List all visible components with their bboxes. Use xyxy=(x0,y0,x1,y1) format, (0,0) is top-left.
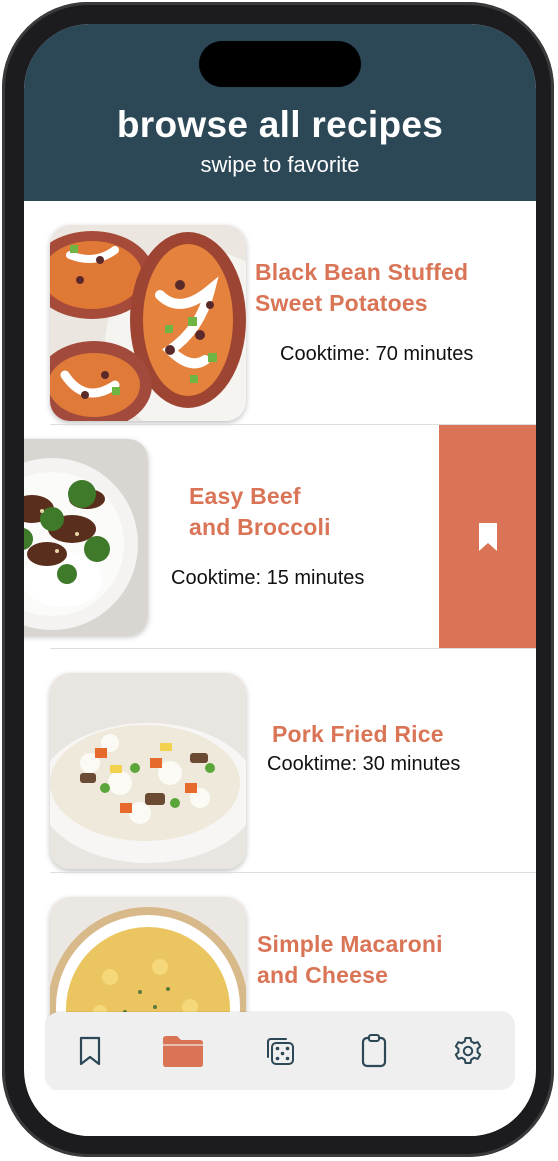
sweet-potato-photo xyxy=(50,225,246,421)
dynamic-island xyxy=(199,41,361,87)
recipe-title: Black Bean Stuffed Sweet Potatoes xyxy=(255,257,468,319)
recipe-title-line: and Broccoli xyxy=(189,514,331,540)
folder-icon xyxy=(163,1036,203,1067)
recipe-title-line: Pork Fried Rice xyxy=(272,721,444,747)
recipe-title: Easy Beef and Broccoli xyxy=(189,481,331,543)
recipe-row-beef-broccoli[interactable]: Easy Beef and Broccoli Cooktime: 15 minu… xyxy=(24,425,536,649)
bookmark-icon xyxy=(79,1036,101,1066)
favorite-swipe-button[interactable] xyxy=(439,425,536,649)
recipe-title: Simple Macaroni and Cheese xyxy=(257,929,443,991)
dice-icon xyxy=(267,1038,294,1065)
recipe-title-line: Black Bean Stuffed xyxy=(255,259,469,285)
recipe-cooktime: Cooktime: 15 minutes xyxy=(171,567,365,589)
clipboard-icon xyxy=(361,1034,387,1068)
tab-favorites[interactable] xyxy=(50,1012,130,1090)
gear-icon xyxy=(454,1037,482,1064)
recipe-title-line: Easy Beef xyxy=(189,483,301,509)
phone-frame: browse all recipes swipe to favorite Bla… xyxy=(2,2,554,1157)
bookmark-icon xyxy=(478,523,497,551)
page-subtitle: swipe to favorite xyxy=(200,152,360,177)
recipe-row-pork-fried-rice[interactable]: Pork Fried Rice Cooktime: 30 minutes xyxy=(24,649,536,873)
recipe-row-black-bean-sweet-potatoes[interactable]: Black Bean Stuffed Sweet Potatoes Cookti… xyxy=(24,201,536,425)
recipe-cooktime: Cooktime: 70 minutes xyxy=(280,343,474,365)
page-title: browse all recipes xyxy=(116,104,444,145)
tab-bar xyxy=(45,1012,515,1090)
recipe-title-line: Sweet Potatoes xyxy=(255,290,428,316)
recipe-title-line: Simple Macaroni xyxy=(257,931,443,957)
recipe-title: Pork Fried Rice xyxy=(272,719,444,750)
beef-broccoli-photo xyxy=(24,439,148,635)
fried-rice-photo xyxy=(50,673,246,869)
tab-settings[interactable] xyxy=(428,1012,508,1090)
tab-browse[interactable] xyxy=(143,1012,223,1090)
tab-random[interactable] xyxy=(240,1012,320,1090)
recipe-list[interactable]: Black Bean Stuffed Sweet Potatoes Cookti… xyxy=(24,201,536,1136)
recipe-cooktime: Cooktime: 30 minutes xyxy=(267,753,461,775)
app-screen: browse all recipes swipe to favorite Bla… xyxy=(24,24,536,1136)
home-indicator-area xyxy=(24,1090,536,1136)
recipe-title-line: and Cheese xyxy=(257,962,389,988)
tab-list[interactable] xyxy=(334,1012,414,1090)
